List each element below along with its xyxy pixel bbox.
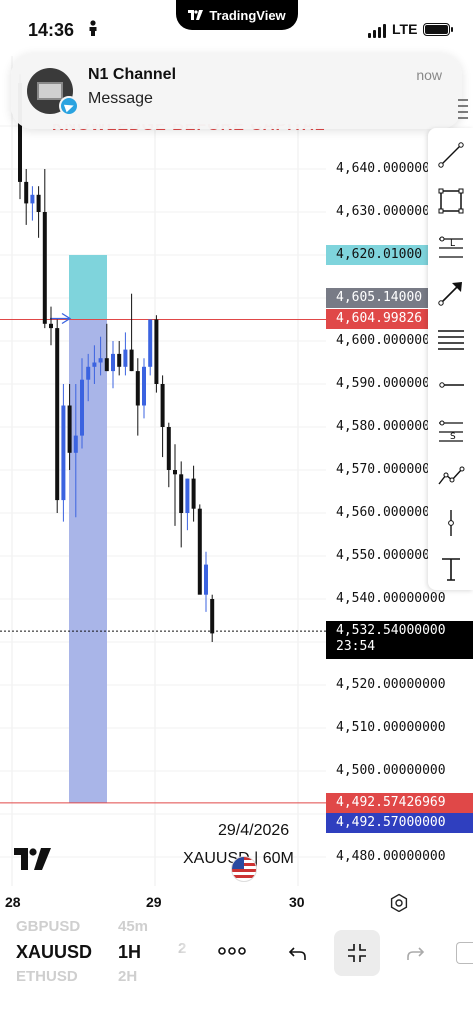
candle-body <box>129 349 134 372</box>
short-position-icon[interactable]: S <box>432 412 470 450</box>
candle-body <box>24 181 29 204</box>
chart-date-label: 29/4/2026 <box>218 822 290 839</box>
candle-body <box>36 194 41 212</box>
candle-body <box>185 478 190 513</box>
arrow-icon[interactable] <box>432 274 470 312</box>
network-type: LTE <box>392 21 418 37</box>
candle-body <box>80 379 84 436</box>
candle-body <box>30 194 35 204</box>
prev-symbol[interactable]: GBPUSD <box>16 918 80 935</box>
candle-body <box>86 366 91 380</box>
interval-selector[interactable]: 1H <box>118 942 141 963</box>
more-icon[interactable] <box>218 940 246 961</box>
target-zone <box>69 254 107 320</box>
symbol-selector[interactable]: XAUUSD <box>16 942 92 963</box>
side-panel-icon[interactable] <box>456 942 473 964</box>
candle-body <box>123 349 128 367</box>
us-flag-icon[interactable] <box>231 856 257 882</box>
dynamic-island-label: TradingView <box>209 7 286 23</box>
candle-body <box>73 435 78 453</box>
fullscreen-icon[interactable] <box>334 930 380 976</box>
candle-countdown: 23:54 <box>336 639 376 654</box>
current-price-label: 4,532.54000000 <box>336 623 446 638</box>
rectangle-icon[interactable] <box>432 182 470 220</box>
notification-message: Message <box>88 90 153 107</box>
svg-text:S: S <box>450 432 456 442</box>
status-bar: 14:36 TradingView LTE <box>0 0 473 56</box>
tradingview-logo-icon <box>188 8 204 23</box>
dynamic-island: TradingView <box>176 0 298 30</box>
status-time: 14:36 <box>28 20 75 40</box>
person-icon <box>88 20 98 40</box>
candle-body <box>104 358 109 372</box>
time-label-30: 30 <box>289 894 305 910</box>
candle-body <box>67 405 72 453</box>
candle-body <box>179 474 184 513</box>
chart-settings-icon[interactable] <box>389 893 409 913</box>
bottom-bar: GBPUSD 45m XAUUSD 1H ETHUSD 2H 2 <box>0 912 473 1024</box>
selector-fade <box>160 932 196 982</box>
battery-icon <box>423 23 453 36</box>
undo-icon[interactable] <box>275 930 321 976</box>
candle-body <box>204 564 208 595</box>
path-icon[interactable] <box>432 458 470 496</box>
candle-body <box>61 405 66 501</box>
sl-red-price-tag: 4,492.57426969 <box>326 793 473 813</box>
prev-interval[interactable]: 45m <box>118 918 148 935</box>
candle-body <box>173 470 177 475</box>
candle-body <box>154 319 159 384</box>
price-tick-label: 4,480.00000000 <box>336 849 446 864</box>
signal-icon <box>368 24 386 38</box>
trend-line-icon[interactable] <box>432 136 470 174</box>
time-label-28: 28 <box>5 894 21 910</box>
vertical-line-icon[interactable] <box>432 504 470 542</box>
candle-body <box>142 366 146 406</box>
candle-body <box>92 362 97 367</box>
redo-icon[interactable] <box>392 930 438 976</box>
candle-body <box>42 212 47 324</box>
notification-time: now <box>416 67 442 83</box>
price-tick-label: 4,520.00000000 <box>336 677 446 692</box>
text-tool-icon[interactable] <box>432 550 470 588</box>
candle-body <box>148 319 153 367</box>
candle-body <box>210 599 215 634</box>
next-symbol[interactable]: ETHUSD <box>16 968 78 985</box>
time-label-29: 29 <box>146 894 162 910</box>
candle-body <box>49 323 53 329</box>
next-interval[interactable]: 2H <box>118 968 137 985</box>
telegram-icon <box>59 96 79 116</box>
candle-body <box>98 358 103 363</box>
candle-body <box>55 328 60 501</box>
candle-body <box>117 353 122 367</box>
price-tick-label: 4,510.00000000 <box>336 720 446 735</box>
parallel-lines-icon[interactable] <box>432 320 470 358</box>
horizontal-ray-icon[interactable] <box>432 366 470 404</box>
notification-title: N1 Channel <box>88 66 177 83</box>
svg-text:L: L <box>450 239 455 249</box>
price-tick-label: 4,500.00000000 <box>336 763 446 778</box>
price-tick-label: 4,540.00000000 <box>336 591 446 606</box>
candle-body <box>197 508 202 595</box>
long-position-icon[interactable]: L <box>432 228 470 266</box>
candle-body <box>160 384 165 427</box>
candle-body <box>135 371 140 406</box>
candle-body <box>111 353 115 372</box>
toolbar-collapse-icon[interactable] <box>452 92 472 128</box>
notification-banner[interactable]: N1 Channel Message now <box>11 53 462 129</box>
sl-blue-price-tag: 4,492.57000000 <box>326 813 473 833</box>
current-price-tag: 4,532.54000000 23:54 <box>326 621 473 659</box>
candle-body <box>191 478 196 509</box>
tradingview-watermark-icon[interactable] <box>14 848 52 870</box>
drawing-toolbar: L S <box>428 128 473 590</box>
candle-body <box>166 427 171 470</box>
